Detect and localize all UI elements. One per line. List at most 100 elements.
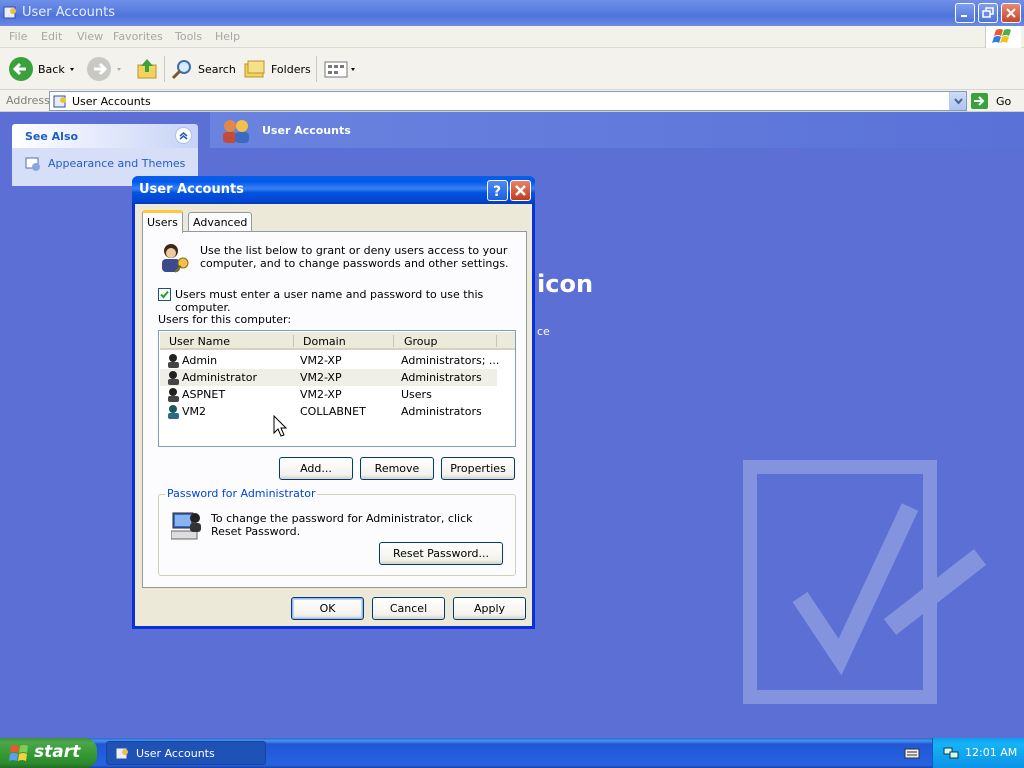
system-tray: 12:01 AM [932,738,1024,768]
taskbar-item-label: User Accounts [136,747,215,760]
user-name: VM2 [182,405,207,418]
table-row[interactable]: VM2 COLLABNET Administrators [160,403,497,420]
appearance-themes-icon [25,157,40,171]
user-accounts-icon [3,6,16,19]
background-heading: icon [537,270,594,298]
user-group: Administrators [401,371,482,384]
cancel-button[interactable]: Cancel [372,597,445,620]
keyboard-icon[interactable] [904,747,920,759]
folders-icon [244,60,265,78]
menu-edit[interactable]: Edit [41,30,62,43]
reset-password-button[interactable]: Reset Password... [379,542,503,565]
menu-file[interactable]: File [9,30,27,43]
menu-help[interactable]: Help [215,30,240,43]
window-titlebar: User Accounts [0,0,1024,26]
users-tab-panel: Use the list below to grant or deny user… [142,231,527,588]
column-domain[interactable]: Domain [303,335,346,348]
dropdown-arrow-icon[interactable] [112,64,126,74]
table-row[interactable]: Admin VM2-XP Administrators; ... [160,352,499,369]
menu-bar: File Edit View Favorites Tools Help [0,26,1024,48]
folders-button[interactable]: Folders [243,55,311,83]
user-domain: VM2-XP [300,354,342,367]
user-name: Admin [182,354,218,367]
start-button[interactable]: start [0,738,97,768]
user-icon [168,405,179,419]
taskbar: start User Accounts 12:01 AM [0,738,1024,768]
views-button[interactable] [323,55,357,83]
user-icon [168,371,179,385]
column-user-name[interactable]: User Name [169,335,230,348]
intro-text: Use the list below to grant or deny user… [200,244,509,270]
ok-button[interactable]: OK [291,597,364,620]
users-list[interactable]: User Name Domain Group Admin VM2-XP Admi… [158,330,516,447]
chevron-down-icon [954,98,963,105]
table-row[interactable]: Administrator VM2-XP Administrators [160,369,497,386]
table-row[interactable]: ASPNET VM2-XP Users [160,386,497,403]
close-button[interactable] [1001,3,1021,23]
windows-logo-icon [985,26,1021,48]
up-folder-icon [137,59,157,79]
svg-text:?: ? [493,184,501,200]
user-name: Administrator [182,371,257,384]
search-button[interactable]: Search [170,55,236,83]
question-mark-icon: ? [493,184,501,200]
forward-button[interactable] [86,55,126,83]
dialog-titlebar[interactable]: User Accounts ? [132,176,535,204]
content-header-title: User Accounts [262,124,351,137]
restore-button[interactable] [978,3,998,23]
back-button[interactable]: Back [8,55,79,83]
minimize-button[interactable] [955,3,975,23]
taskbar-item-user-accounts[interactable]: User Accounts [106,741,266,765]
folders-label: Folders [271,62,311,76]
appearance-themes-link[interactable]: Appearance and Themes [48,157,185,170]
collapse-icon[interactable] [175,127,192,144]
views-icon [324,61,355,78]
password-group-legend: Password for Administrator [165,487,318,500]
apply-button[interactable]: Apply [453,597,526,620]
remove-user-button[interactable]: Remove [360,457,434,480]
toolbar-separator [164,56,165,82]
user-domain: VM2-XP [300,388,342,401]
user-icon [168,354,179,368]
see-also-header[interactable]: See Also [12,124,198,148]
list-header: User Name Domain Group [160,332,515,350]
background-link: ce [537,325,550,338]
column-divider[interactable] [393,335,394,347]
help-button[interactable]: ? [487,180,508,201]
go-button[interactable]: Go [970,91,1011,111]
menu-tools[interactable]: Tools [175,30,202,43]
menu-view[interactable]: View [77,30,103,43]
address-dropdown[interactable] [949,92,966,110]
computer-user-icon [171,512,201,540]
watermark-icon [743,460,987,704]
column-divider[interactable] [496,335,497,347]
users-icon [223,120,249,143]
content-header: User Accounts [210,112,1024,148]
search-icon [171,60,191,80]
properties-button[interactable]: Properties [441,457,515,480]
see-also-title: See Also [25,130,79,143]
user-domain: COLLABNET [300,405,366,418]
require-login-label[interactable]: Users must enter a user name and passwor… [175,288,526,314]
tab-users[interactable]: Users [142,210,183,233]
network-icon[interactable] [943,745,959,761]
require-login-checkbox[interactable] [158,288,171,301]
address-label: Address [6,94,50,107]
clock[interactable]: 12:01 AM [965,746,1017,759]
address-value: User Accounts [72,95,151,108]
user-domain: VM2-XP [300,371,342,384]
go-arrow-icon [971,93,988,109]
user-accounts-icon [53,95,66,108]
menu-favorites[interactable]: Favorites [113,30,163,43]
tab-advanced[interactable]: Advanced [188,212,253,232]
column-divider[interactable] [293,335,294,347]
dropdown-arrow-icon[interactable] [65,64,79,74]
column-group[interactable]: Group [404,335,438,348]
user-group: Administrators [401,405,482,418]
address-input[interactable]: User Accounts [49,91,967,111]
up-folder-button[interactable] [134,55,160,83]
password-group-text: To change the password for Administrator… [211,512,473,538]
dialog-close-button[interactable] [510,180,531,201]
start-label: start [34,742,81,762]
add-user-button[interactable]: Add... [279,457,353,480]
